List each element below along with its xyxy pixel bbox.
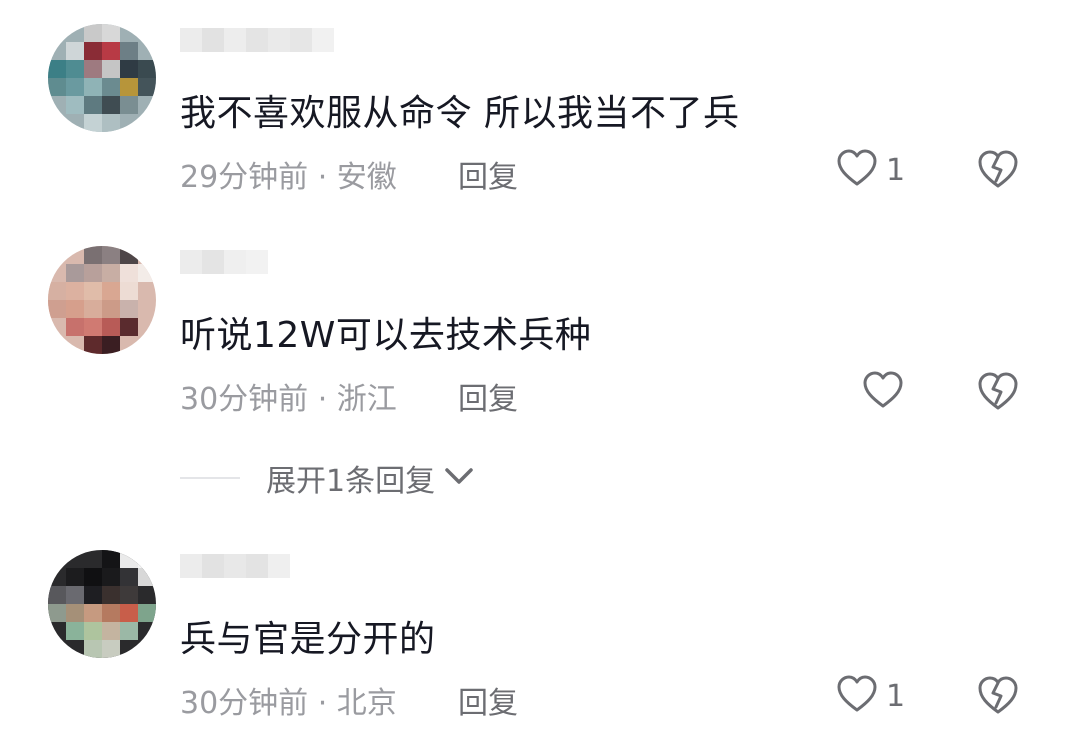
comment-item: 听说12W可以去技术兵种 30分钟前 · 浙江 回复 [0, 222, 1080, 422]
comment-meta: 30分钟前 · 浙江 [180, 382, 397, 417]
dislike-button[interactable] [976, 674, 1020, 720]
like-button[interactable]: 1 [836, 148, 905, 192]
like-count: 1 [886, 152, 906, 188]
broken-heart-icon [976, 150, 1020, 194]
chevron-down-icon [435, 464, 475, 492]
comment-item: 我不喜欢服从命令 所以我当不了兵 29分钟前 · 安徽 回复 1 [0, 0, 1080, 200]
heart-outline-icon [836, 674, 878, 718]
comment-meta: 30分钟前 · 北京 [180, 686, 397, 721]
dislike-button[interactable] [976, 370, 1020, 416]
reply-button[interactable]: 回复 [458, 152, 518, 196]
reply-button[interactable]: 回复 [458, 374, 518, 418]
comment-text: 兵与官是分开的 [180, 619, 436, 660]
expand-replies-button[interactable]: 展开1条回复 [180, 456, 475, 500]
avatar[interactable] [48, 246, 156, 354]
username-blurred[interactable] [180, 28, 334, 54]
username-blurred[interactable] [180, 554, 290, 580]
avatar[interactable] [48, 550, 156, 658]
heart-outline-icon [862, 370, 904, 414]
reply-button[interactable]: 回复 [458, 678, 518, 722]
heart-outline-icon [836, 148, 878, 192]
like-button[interactable] [862, 370, 904, 414]
like-button[interactable]: 1 [836, 674, 905, 718]
comment-text: 听说12W可以去技术兵种 [180, 315, 592, 356]
like-count: 1 [886, 678, 906, 714]
username-blurred[interactable] [180, 250, 268, 276]
comment-meta: 29分钟前 · 安徽 [180, 160, 397, 195]
expand-replies-label: 展开1条回复 [266, 464, 436, 499]
comment-item: 兵与官是分开的 30分钟前 · 北京 回复 1 [0, 526, 1080, 726]
comment-text: 我不喜欢服从命令 所以我当不了兵 [180, 93, 740, 134]
dislike-button[interactable] [976, 148, 1020, 194]
avatar[interactable] [48, 24, 156, 132]
broken-heart-icon [976, 676, 1020, 720]
broken-heart-icon [976, 372, 1020, 416]
divider-line [180, 477, 240, 479]
